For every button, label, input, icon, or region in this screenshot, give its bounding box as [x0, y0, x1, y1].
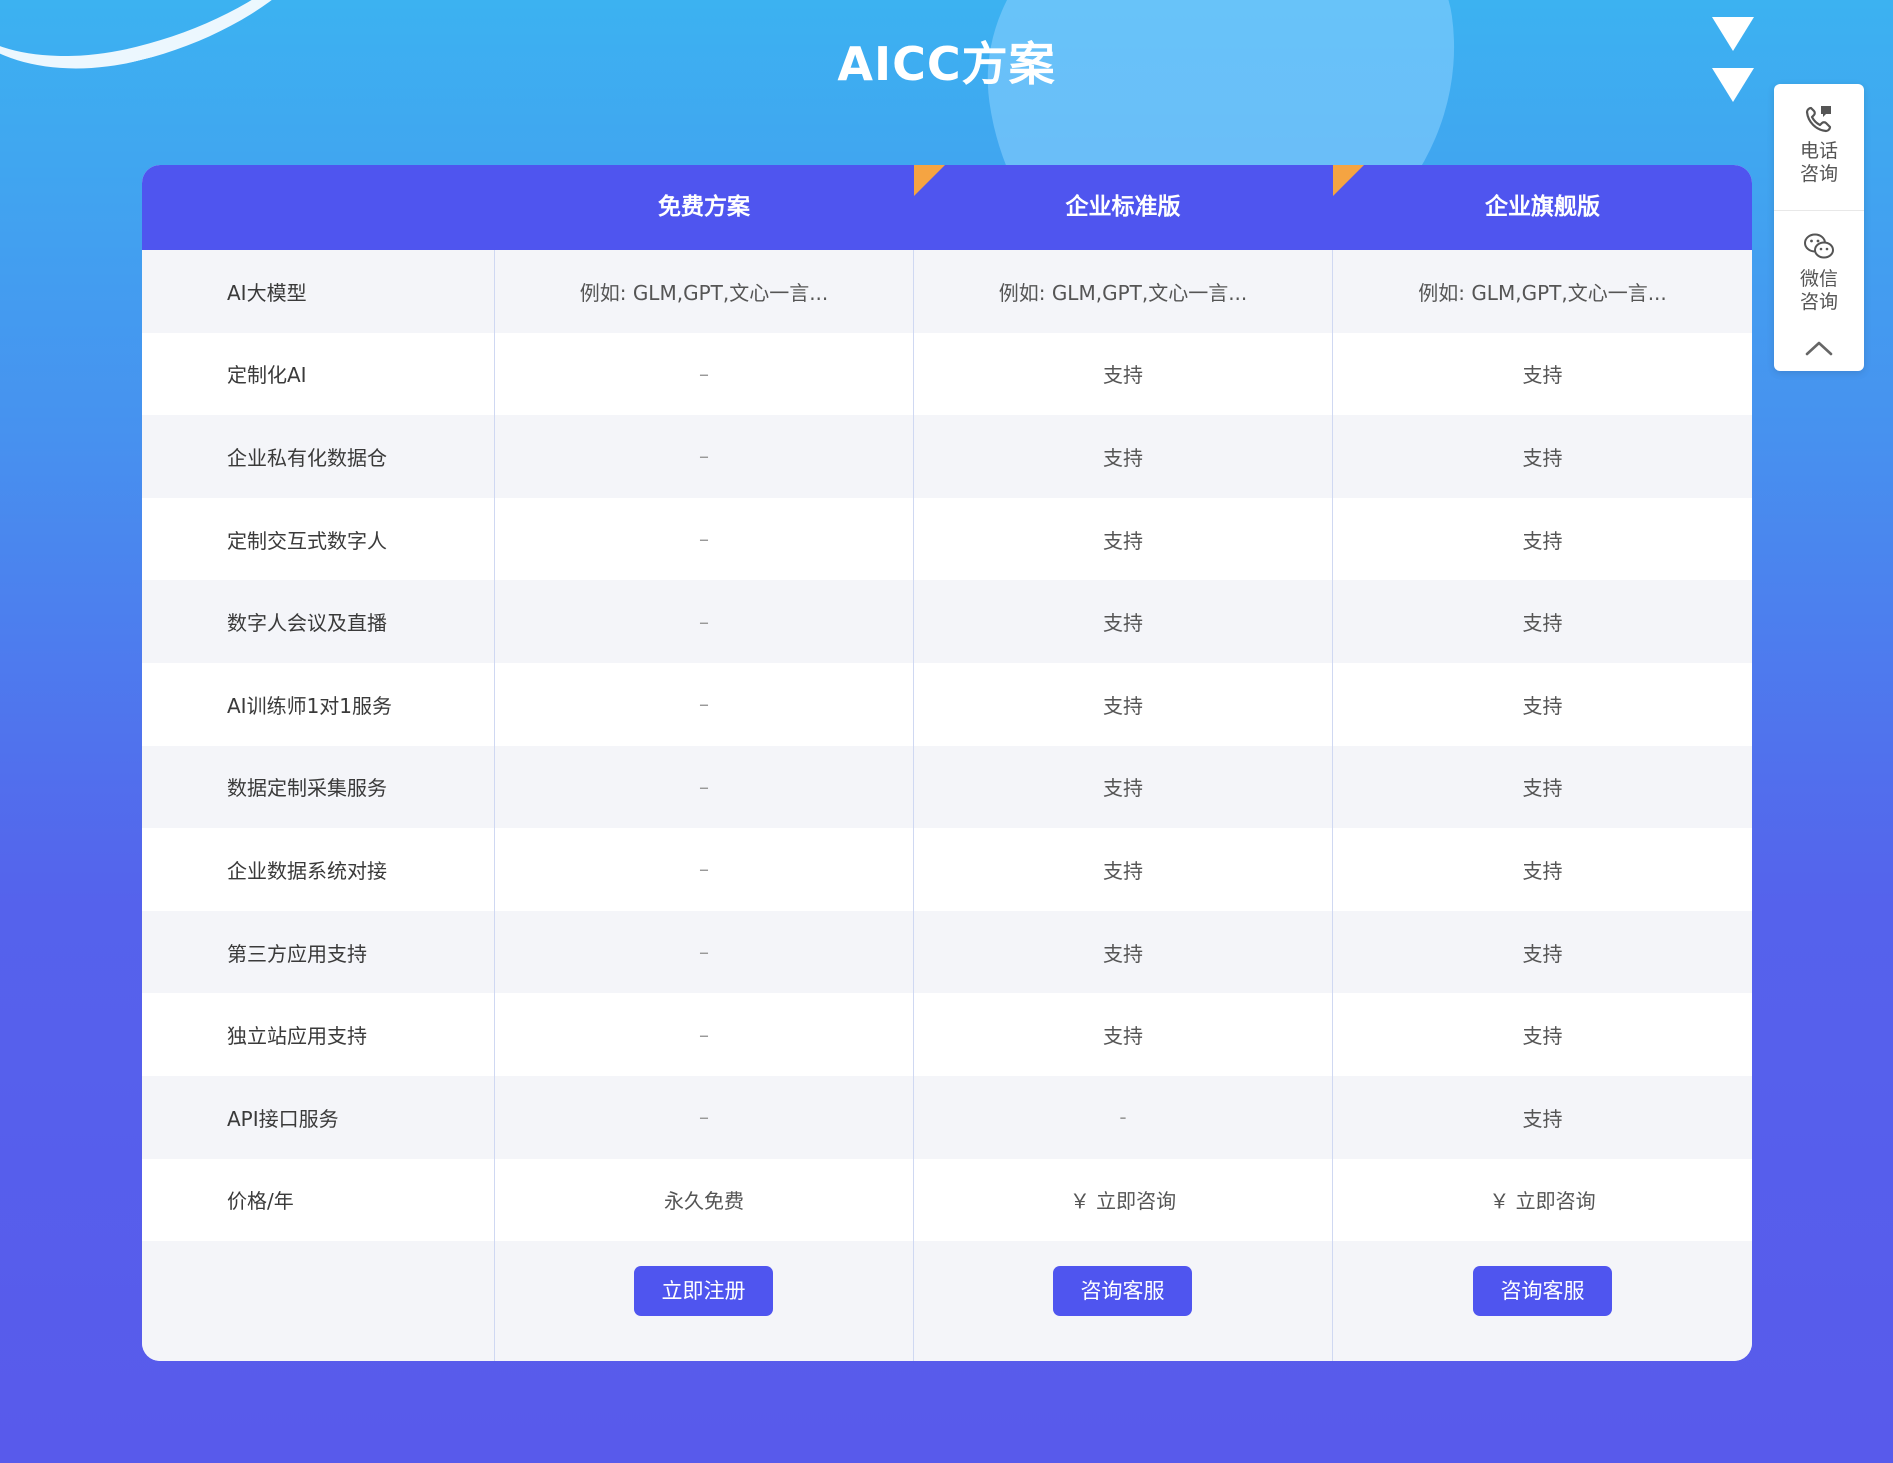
row-label: 定制交互式数字人 — [227, 528, 387, 553]
row-label: 数字人会议及直播 — [227, 611, 387, 636]
free-cell: – — [699, 774, 709, 799]
standard-cell: 支持 — [1103, 363, 1143, 388]
phone-consult-label: 电话 — [1799, 140, 1838, 162]
column-divider — [494, 250, 495, 1361]
free-cell: – — [699, 609, 709, 634]
table-row: 数据定制采集服务 – 支持 支持 — [142, 745, 1752, 829]
page-title: AICC方案 — [837, 37, 1056, 91]
row-label: 企业数据系统对接 — [227, 858, 387, 883]
side-contact-widget: 电话 咨询 微信 咨询 — [1774, 84, 1864, 371]
register-button[interactable]: 立即注册 — [634, 1266, 773, 1316]
flagship-cell: 支持 — [1522, 941, 1563, 966]
free-price-cell: 永久免费 — [664, 1189, 744, 1214]
table-row: 价格/年 永久免费 ￥ 立即咨询 ￥ 立即咨询 — [142, 1159, 1752, 1242]
table-row: 第三方应用支持 – 支持 支持 — [142, 910, 1752, 994]
free-cell: – — [699, 940, 709, 965]
phone-icon — [1805, 106, 1832, 133]
row-label: 定制化AI — [227, 363, 307, 388]
flagship-cell: 支持 — [1522, 611, 1563, 636]
standard-cell: 支持 — [1103, 858, 1143, 883]
standard-cell: 支持 — [1103, 445, 1143, 470]
consult-service-button-flagship[interactable]: 咨询客服 — [1473, 1266, 1612, 1316]
flagship-price-cell: ￥ 立即咨询 — [1489, 1189, 1596, 1214]
flagship-cell: 支持 — [1522, 1024, 1563, 1049]
standard-cell: 支持 — [1103, 1024, 1143, 1049]
free-cell: 例如: GLM,GPT,文心一言... — [579, 280, 829, 305]
standard-cell: 例如: GLM,GPT,文心一言... — [998, 280, 1248, 305]
free-cell: – — [699, 527, 709, 552]
free-cell: – — [699, 857, 709, 882]
plan-header-standard: 企业标准版 — [1065, 194, 1181, 220]
table-row: 独立站应用支持 – 支持 支持 — [142, 993, 1752, 1076]
standard-cell: 支持 — [1103, 941, 1143, 966]
row-label: 价格/年 — [227, 1189, 294, 1214]
table-row: 数字人会议及直播 – 支持 支持 — [142, 580, 1752, 663]
free-cell: – — [699, 1022, 709, 1047]
chevron-up-icon[interactable] — [1804, 336, 1834, 360]
table-row: 定制化AI – 支持 支持 — [142, 333, 1752, 416]
flagship-cell: 支持 — [1522, 693, 1563, 718]
flagship-cell: 例如: GLM,GPT,文心一言... — [1418, 280, 1667, 305]
free-cell: – — [699, 361, 709, 386]
row-label: 数据定制采集服务 — [227, 776, 387, 801]
row-label: API接口服务 — [227, 1106, 339, 1131]
wechat-consult-button[interactable]: 微信 咨询 — [1774, 230, 1864, 340]
row-label: 企业私有化数据仓 — [227, 445, 387, 470]
wechat-consult-label: 咨询 — [1799, 291, 1838, 313]
standard-cell: 支持 — [1103, 693, 1143, 718]
table-row: 企业数据系统对接 – 支持 支持 — [142, 828, 1752, 911]
flagship-cell: 支持 — [1522, 1106, 1563, 1131]
standard-cell: 支持 — [1103, 611, 1143, 636]
triangle-down-icon — [1712, 17, 1754, 51]
wechat-icon — [1804, 233, 1834, 259]
row-label: 独立站应用支持 — [227, 1024, 367, 1049]
wechat-consult-label: 微信 — [1799, 268, 1838, 290]
flagship-cell: 支持 — [1522, 858, 1563, 883]
table-row: 定制交互式数字人 – 支持 支持 — [142, 498, 1752, 581]
row-label: AI训练师1对1服务 — [227, 693, 393, 718]
free-cell: – — [699, 692, 709, 717]
triangle-down-icon — [1712, 68, 1754, 102]
flagship-cell: 支持 — [1522, 445, 1563, 470]
free-cell: – — [699, 1105, 709, 1130]
phone-consult-label: 咨询 — [1799, 163, 1838, 185]
side-divider — [1774, 210, 1864, 211]
table-row: AI训练师1对1服务 – 支持 支持 — [142, 663, 1752, 746]
column-divider — [913, 250, 914, 1361]
standard-cell: 支持 — [1103, 776, 1143, 801]
consult-service-button-standard[interactable]: 咨询客服 — [1053, 1266, 1192, 1316]
pricing-table: 免费方案 企业标准版 企业旗舰版 AI大模型 例如: GLM,GPT,文心一言.… — [142, 165, 1752, 1361]
standard-price-cell: ￥ 立即咨询 — [1069, 1189, 1177, 1214]
free-cell: – — [699, 444, 709, 469]
row-label: 第三方应用支持 — [227, 941, 367, 966]
phone-consult-button[interactable]: 电话 咨询 — [1774, 102, 1864, 210]
table-row: 企业私有化数据仓 – 支持 支持 — [142, 415, 1752, 498]
table-header: 免费方案 企业标准版 企业旗舰版 — [142, 165, 1752, 250]
standard-cell: - — [1119, 1105, 1127, 1130]
flagship-cell: 支持 — [1522, 776, 1563, 801]
table-body: AI大模型 例如: GLM,GPT,文心一言... 例如: GLM,GPT,文心… — [142, 250, 1752, 1241]
table-row: AI大模型 例如: GLM,GPT,文心一言... 例如: GLM,GPT,文心… — [142, 250, 1752, 333]
flagship-cell: 支持 — [1522, 363, 1563, 388]
plan-header-free: 免费方案 — [658, 194, 750, 220]
table-row: API接口服务 – - 支持 — [142, 1075, 1752, 1159]
plan-header-flagship: 企业旗舰版 — [1485, 194, 1600, 220]
standard-cell: 支持 — [1103, 528, 1143, 553]
column-divider — [1332, 250, 1333, 1361]
row-label: AI大模型 — [227, 280, 307, 305]
flagship-cell: 支持 — [1522, 528, 1563, 553]
action-row: 立即注册 咨询客服 咨询客服 — [142, 1241, 1752, 1361]
